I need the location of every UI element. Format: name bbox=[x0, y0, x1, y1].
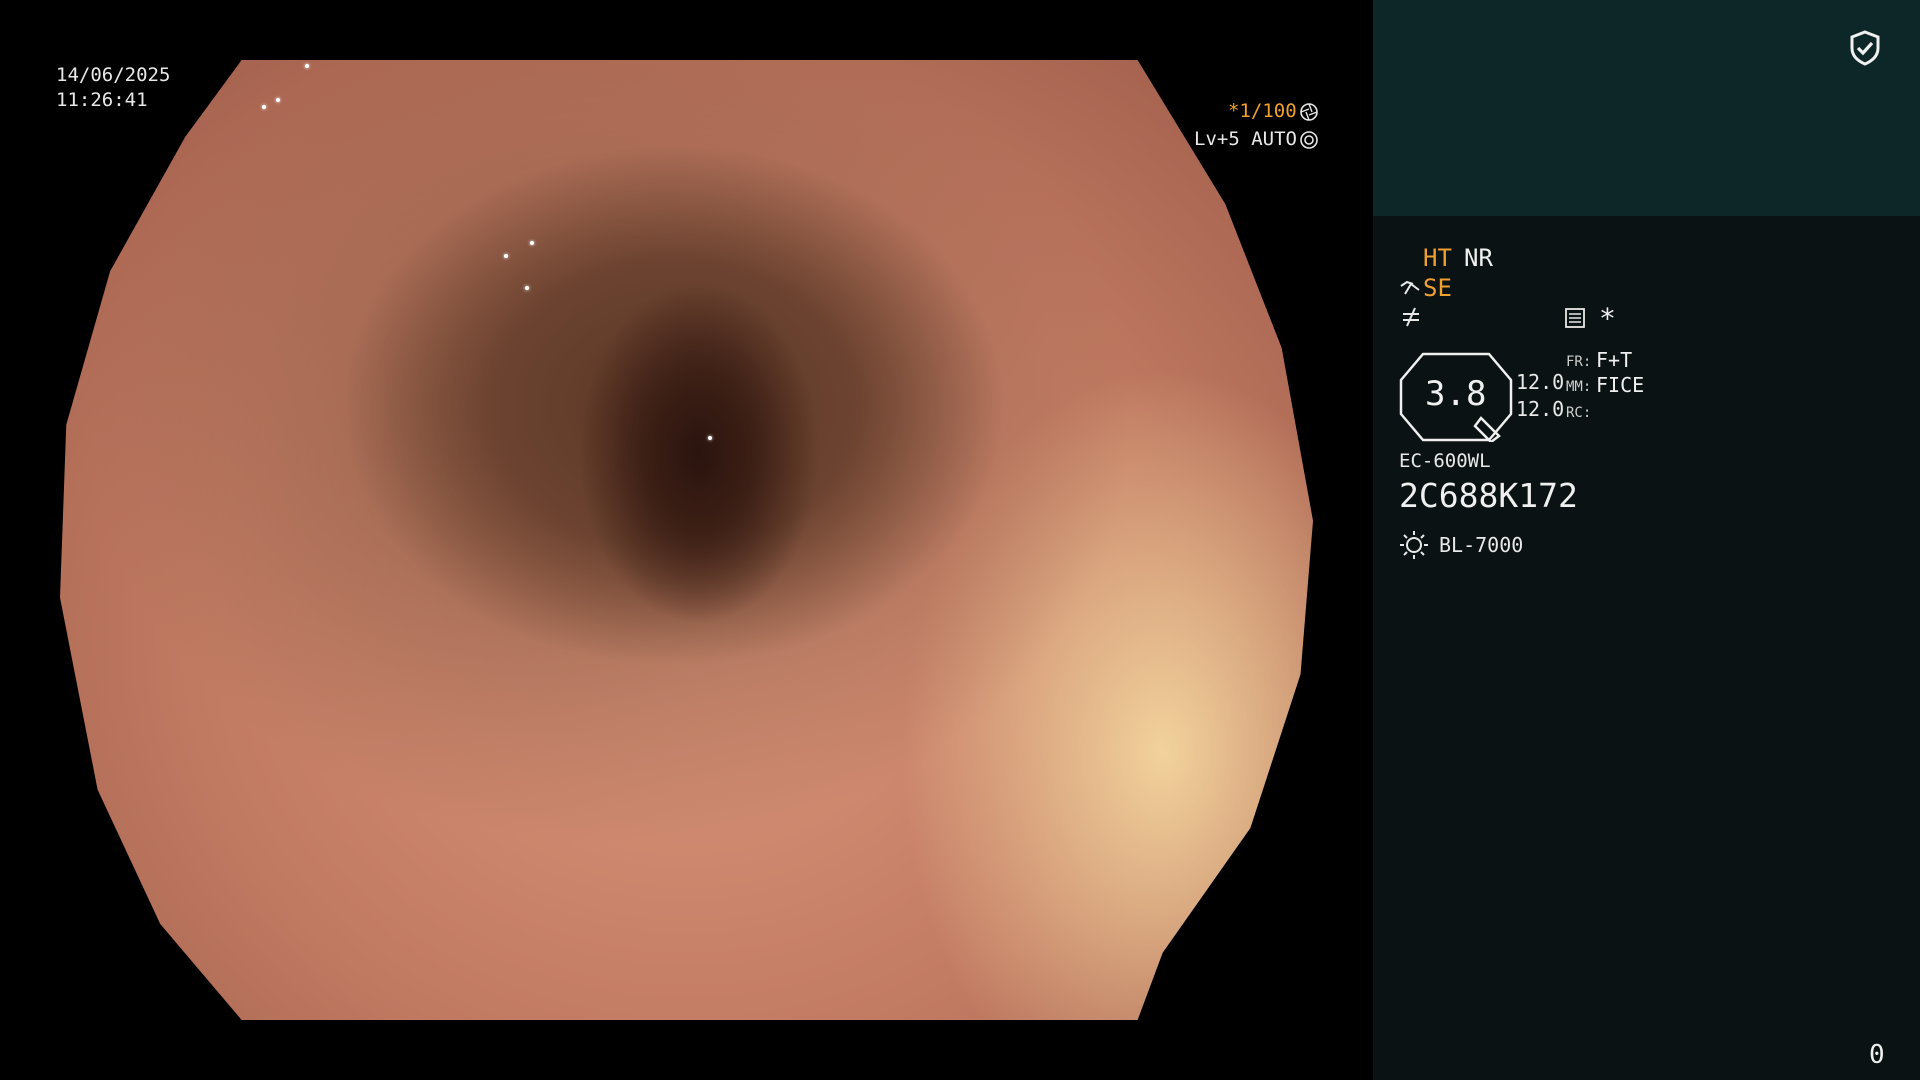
light-source-icon bbox=[1400, 531, 1428, 559]
mm-label: MM: bbox=[1566, 379, 1592, 395]
info-panel: HT NR SE * 3.8 12.0 12.0 FR: F+T MM: FIC… bbox=[1373, 0, 1920, 1080]
shield-check-icon[interactable] bbox=[1849, 30, 1881, 66]
light-source-label: BL-7000 bbox=[1439, 533, 1524, 557]
shutter-display: *1/100 bbox=[1228, 100, 1297, 122]
mm-value: FICE bbox=[1596, 373, 1645, 397]
light-glint bbox=[525, 286, 529, 290]
aperture-icon bbox=[1300, 103, 1318, 121]
light-glint bbox=[708, 436, 712, 440]
value-1: 12.0 bbox=[1516, 370, 1565, 394]
gauge-value: 3.8 bbox=[1425, 374, 1487, 414]
light-glint bbox=[262, 105, 266, 109]
value-2: 12.0 bbox=[1516, 397, 1565, 421]
endoscope-video-area: 14/06/2025 11:26:41 *1/100 Lv+5 AUTO bbox=[0, 0, 1373, 1080]
ht-indicator: HT bbox=[1423, 244, 1452, 272]
exposure-level-display: Lv+5 AUTO bbox=[1194, 128, 1297, 150]
se-indicator: SE bbox=[1423, 274, 1452, 302]
fr-label: FR: bbox=[1566, 354, 1592, 370]
date-display: 14/06/2025 bbox=[56, 64, 171, 86]
settings-list-icon bbox=[1565, 308, 1585, 328]
light-glint bbox=[530, 241, 534, 245]
nr-indicator: NR bbox=[1464, 244, 1493, 272]
light-glint bbox=[305, 64, 309, 68]
endoscopic-image bbox=[60, 60, 1313, 1020]
light-ring-icon bbox=[1300, 131, 1318, 149]
asterisk-indicator: * bbox=[1599, 302, 1616, 335]
structure-icon bbox=[1403, 307, 1419, 327]
light-glint bbox=[276, 98, 280, 102]
time-display: 11:26:41 bbox=[56, 89, 148, 111]
panel-header-area bbox=[1373, 0, 1920, 216]
enhance-icon bbox=[1400, 280, 1420, 295]
serial-number: 2C688K172 bbox=[1399, 476, 1578, 515]
light-glint bbox=[504, 254, 508, 258]
scope-model: EC-600WL bbox=[1399, 450, 1491, 472]
fr-value: F+T bbox=[1596, 348, 1633, 372]
rc-label: RC: bbox=[1566, 405, 1592, 421]
counter-display: 0 bbox=[1869, 1040, 1885, 1070]
